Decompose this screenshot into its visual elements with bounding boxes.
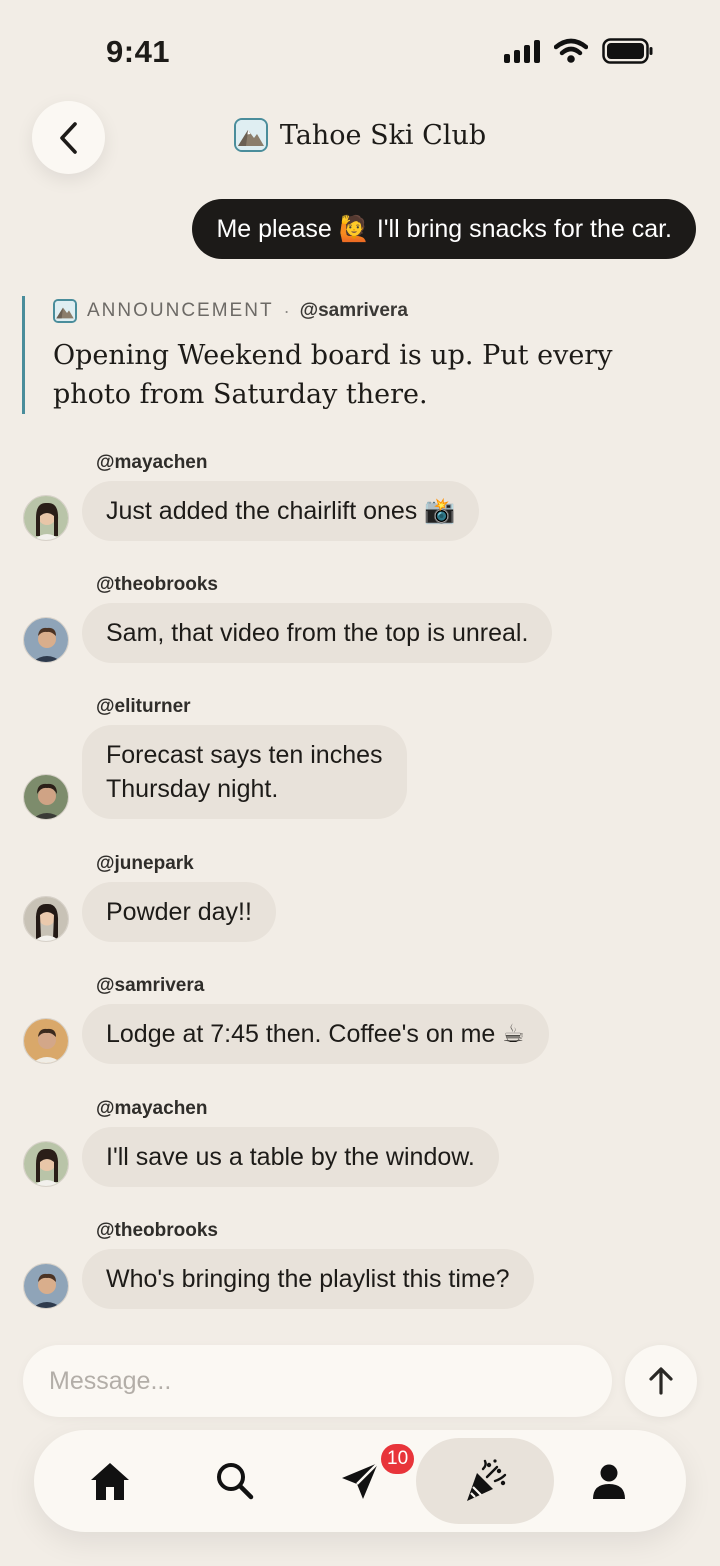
chat-header: Tahoe Ski Club xyxy=(0,118,720,152)
send-button[interactable] xyxy=(625,1345,697,1417)
status-icons xyxy=(504,38,654,64)
cellular-signal-icon xyxy=(504,39,540,63)
party-popper-icon xyxy=(467,1459,507,1501)
arrow-up-icon xyxy=(649,1367,673,1395)
status-time: 9:41 xyxy=(106,34,171,69)
message-bubble: Who's bringing the playlist this time? xyxy=(82,1249,534,1309)
wifi-icon xyxy=(554,38,588,63)
message-username[interactable]: @junepark xyxy=(96,853,194,875)
announcement-author[interactable]: @samrivera xyxy=(300,300,408,322)
search-icon xyxy=(217,1463,254,1500)
announcement-separator: · xyxy=(283,300,290,321)
message-username[interactable]: @samrivera xyxy=(96,975,204,997)
avatar[interactable] xyxy=(23,495,69,541)
outgoing-message-bubble: Me please 🙋 I'll bring snacks for the ca… xyxy=(192,199,696,259)
message-bubble: Sam, that video from the top is unreal. xyxy=(82,603,553,663)
message-bubble: Forecast says ten inches Thursday night. xyxy=(82,725,407,819)
message-username[interactable]: @mayachen xyxy=(96,452,207,474)
chat-title: Tahoe Ski Club xyxy=(279,119,487,151)
message-bubble: I'll save us a table by the window. xyxy=(82,1127,499,1187)
tab-messages[interactable]: 10 xyxy=(305,1438,417,1524)
avatar[interactable] xyxy=(23,774,69,820)
announcement-label: ANNOUNCEMENT xyxy=(87,300,274,321)
status-bar: 9:41 xyxy=(0,0,720,100)
avatar[interactable] xyxy=(23,1263,69,1309)
message-username[interactable]: @theobrooks xyxy=(96,574,218,596)
tab-celebrations[interactable] xyxy=(416,1438,554,1524)
message-input[interactable] xyxy=(23,1345,612,1417)
message-username[interactable]: @mayachen xyxy=(96,1098,207,1120)
announcement-card: ANNOUNCEMENT · @samrivera Opening Weeken… xyxy=(22,296,682,414)
tab-search[interactable] xyxy=(180,1438,290,1524)
message-username[interactable]: @theobrooks xyxy=(96,1220,218,1242)
message-bubble: Just added the chairlift ones 📸 xyxy=(82,481,480,541)
avatar[interactable] xyxy=(23,617,69,663)
battery-icon xyxy=(602,38,653,64)
message-username[interactable]: @eliturner xyxy=(96,696,191,718)
send-icon xyxy=(342,1462,379,1499)
tab-profile[interactable] xyxy=(554,1438,664,1524)
home-icon xyxy=(91,1463,129,1500)
announcement-meta: ANNOUNCEMENT · @samrivera xyxy=(53,296,682,326)
tab-home[interactable] xyxy=(55,1438,165,1524)
avatar[interactable] xyxy=(23,1018,69,1064)
tab-bar: 10 xyxy=(34,1430,686,1532)
announcement-text: Opening Weekend board is up. Put every p… xyxy=(53,340,613,410)
avatar[interactable] xyxy=(23,896,69,942)
avatar[interactable] xyxy=(23,1141,69,1187)
message-bubble: Powder day!! xyxy=(82,882,276,942)
club-mountain-icon xyxy=(53,299,77,323)
message-bubble: Lodge at 7:45 then. Coffee's on me ☕ xyxy=(82,1004,549,1064)
club-mountain-icon xyxy=(233,118,268,152)
profile-icon xyxy=(593,1464,625,1499)
notification-badge: 10 xyxy=(379,1442,417,1476)
